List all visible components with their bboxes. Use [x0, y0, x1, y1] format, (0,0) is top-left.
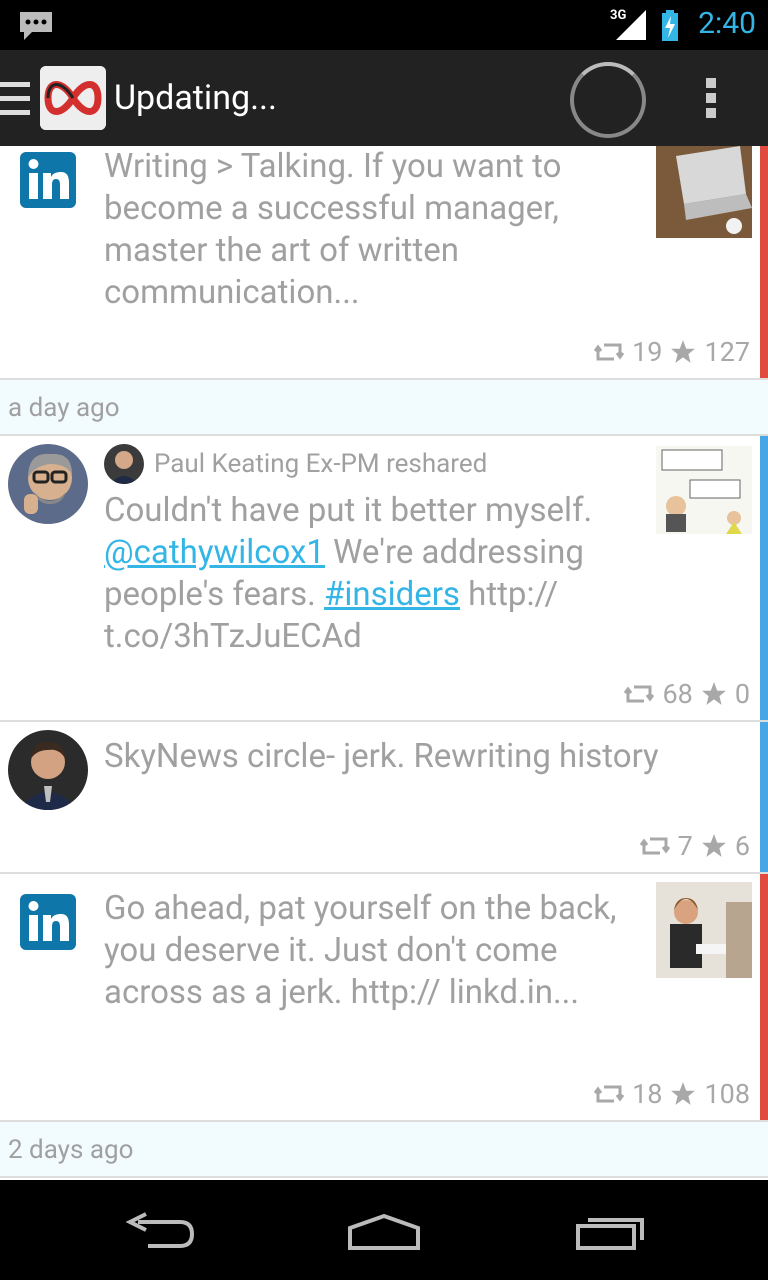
- mention-link[interactable]: @cathywilcox1: [104, 533, 325, 572]
- post-text: Couldn't have put it better myself. @cat…: [104, 490, 644, 658]
- feed-item-twitter-reshare[interactable]: Paul Keating Ex-PM reshared Couldn't hav…: [0, 436, 768, 722]
- post-thumbnail-people[interactable]: [656, 882, 752, 978]
- star-icon: [671, 340, 696, 363]
- post-thumbnail-laptop[interactable]: [656, 146, 752, 238]
- retweet-count: 19: [632, 336, 663, 368]
- feed-list[interactable]: Writing > Talking. If you want to become…: [0, 146, 768, 1180]
- retweet-count: 18: [632, 1078, 663, 1110]
- status-bar: 3G 2:40: [0, 0, 768, 50]
- post-text: SkyNews circle- jerk. Rewriting history: [104, 737, 659, 776]
- source-edge-twitter: [760, 436, 768, 720]
- star-icon: [671, 1082, 696, 1105]
- chat-notification-icon: [20, 12, 52, 40]
- battery-charging-icon: [662, 10, 678, 41]
- feed-item-twitter[interactable]: SkyNews circle- jerk. Rewriting history …: [0, 722, 768, 874]
- post-text: Go ahead, pat yourself on the back, you …: [104, 889, 617, 1012]
- action-bar: Updating...: [0, 50, 768, 146]
- retweet-icon: [624, 685, 655, 703]
- retweet-icon: [639, 837, 670, 855]
- time-divider: 2 days ago: [0, 1122, 768, 1178]
- source-edge-twitter: [760, 722, 768, 872]
- retweet-icon: [594, 1085, 625, 1103]
- star-icon: [701, 682, 726, 705]
- source-edge-linkedin: [760, 874, 768, 1120]
- post-stats: 18 108: [594, 1078, 750, 1110]
- star-count: 108: [704, 1078, 750, 1110]
- avatar[interactable]: [8, 444, 88, 524]
- system-nav-bar: [0, 1180, 768, 1280]
- resharer-avatar[interactable]: [104, 444, 144, 484]
- post-thumbnail-cartoon[interactable]: [656, 446, 752, 534]
- star-icon: [701, 834, 726, 857]
- star-count: 0: [734, 678, 750, 710]
- post-text-part: Couldn't have put it better myself.: [104, 491, 593, 530]
- linkedin-icon: [20, 894, 76, 950]
- hashtag-link[interactable]: #insiders: [324, 575, 460, 614]
- overflow-menu-icon[interactable]: [704, 78, 718, 118]
- loading-spinner-icon: [570, 62, 646, 138]
- time-divider: a day ago: [0, 380, 768, 436]
- post-stats: 68 0: [624, 678, 750, 710]
- retweet-count: 7: [677, 830, 693, 862]
- app-logo-icon[interactable]: [40, 66, 106, 130]
- feed-item-linkedin-2[interactable]: Go ahead, pat yourself on the back, you …: [0, 874, 768, 1122]
- retweet-icon: [594, 343, 625, 361]
- feed-item-linkedin-1[interactable]: Writing > Talking. If you want to become…: [0, 146, 768, 380]
- star-count: 6: [734, 830, 750, 862]
- reshare-label: Paul Keating Ex-PM reshared: [154, 449, 488, 479]
- signal-icon: [616, 10, 646, 40]
- retweet-count: 68: [662, 678, 693, 710]
- avatar[interactable]: [8, 730, 88, 810]
- back-icon[interactable]: [124, 1212, 196, 1252]
- linkedin-icon: [20, 152, 76, 208]
- star-count: 127: [704, 336, 750, 368]
- post-text: Writing > Talking. If you want to become…: [104, 147, 562, 312]
- recent-apps-icon[interactable]: [574, 1212, 646, 1252]
- home-icon[interactable]: [346, 1212, 422, 1252]
- post-stats: 19 127: [594, 336, 750, 368]
- drawer-menu-icon[interactable]: [0, 78, 32, 118]
- post-stats: 7 6: [639, 830, 750, 862]
- source-edge-linkedin: [760, 146, 768, 378]
- reshare-header: Paul Keating Ex-PM reshared: [104, 444, 487, 484]
- page-title: Updating...: [114, 78, 277, 118]
- clock: 2:40: [698, 6, 756, 41]
